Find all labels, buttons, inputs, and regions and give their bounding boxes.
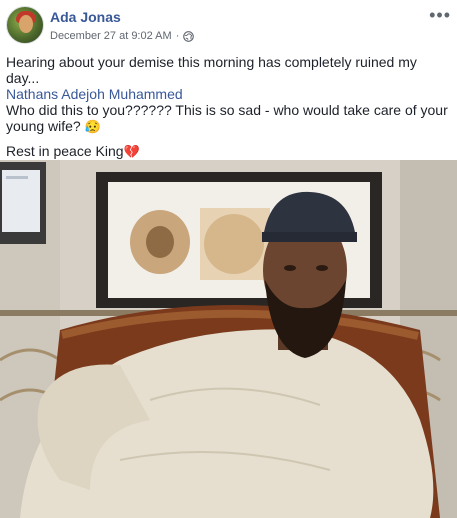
post-line-4-text: Rest in peace King <box>6 143 124 159</box>
post-line-1: Hearing about your demise this morning h… <box>6 54 417 86</box>
facebook-post: Ada Jonas December 27 at 9:02 AM · ••• H… <box>0 0 457 518</box>
more-options-icon[interactable]: ••• <box>429 6 451 24</box>
post-line-3-text: Who did this to you?????? This is so sad… <box>6 102 448 134</box>
meta-separator: · <box>175 30 180 42</box>
post-meta: December 27 at 9:02 AM · <box>50 30 195 42</box>
broken-heart-emoji: 💔 <box>123 144 140 159</box>
photo-illustration <box>0 160 457 518</box>
globe-icon[interactable] <box>183 30 195 42</box>
sad-face-emoji: 😥 <box>84 119 101 134</box>
post-header: Ada Jonas December 27 at 9:02 AM · ••• <box>6 6 451 46</box>
author-avatar[interactable] <box>6 6 44 44</box>
post-line-4: Rest in peace King💔 <box>6 143 451 160</box>
avatar-face <box>19 15 33 33</box>
post-photo[interactable] <box>0 160 457 518</box>
post-line-3: Who did this to you?????? This is so sad… <box>6 102 451 135</box>
author-name[interactable]: Ada Jonas <box>50 9 121 25</box>
post-timestamp[interactable]: December 27 at 9:02 AM <box>50 30 172 42</box>
post-text: Hearing about your demise this morning h… <box>6 54 451 160</box>
tagged-user-link[interactable]: Nathans Adejoh Muhammed <box>6 86 451 102</box>
